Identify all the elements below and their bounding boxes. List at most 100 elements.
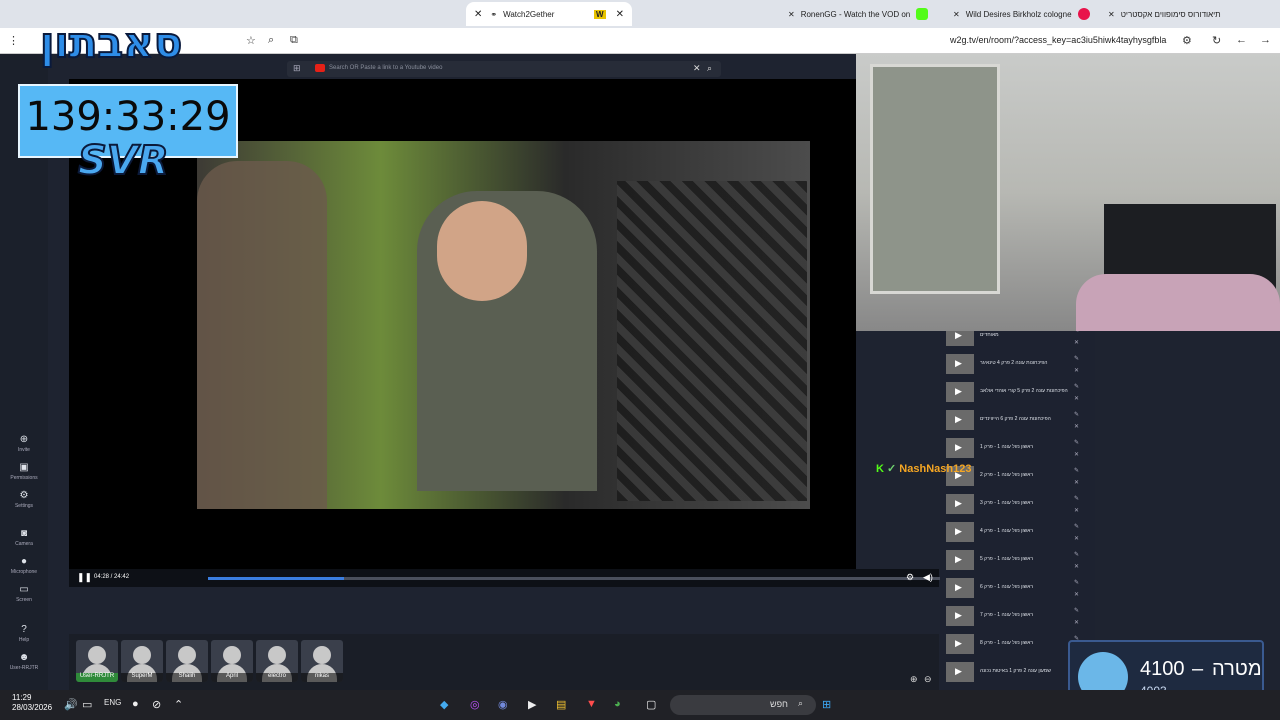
edit-icon[interactable]: ✎ [1074,608,1079,614]
system-clock[interactable]: 11:29 28/03/2026 [12,693,52,713]
language-indicator[interactable]: ENG [104,698,121,707]
media-player-icon[interactable]: ▶ [528,698,536,711]
rail-settings[interactable]: ⚙ Settings [0,490,48,509]
remove-icon[interactable]: ✕ [1074,592,1079,598]
pause-icon[interactable]: ❚❚ [77,572,92,583]
zoom-icon[interactable]: ⌕ [268,34,274,47]
tab-close-icon[interactable]: ✕ [616,9,624,20]
chevron-up-icon[interactable]: ⌃ [174,698,183,711]
playlist-item[interactable]: ▶ ראשון נזול עונה 1 - פרק 7 ✎ ✕ [940,603,1090,629]
tab-close-icon[interactable]: ✕ [788,10,795,19]
user-avatar[interactable]: User-RRJTR [76,640,118,682]
instagram-icon[interactable]: ◎ [470,698,480,711]
playlist-title: שמעון עונה 2 פרק 1 באיטות נכונה [980,668,1051,674]
clear-icon[interactable]: ✕ [693,63,701,74]
grid-icon[interactable]: ⊞ [293,63,301,74]
settings-icon[interactable]: ⚙ [906,572,914,583]
back-icon[interactable]: ← [1236,34,1247,46]
search-icon[interactable]: ⌕ [707,63,712,74]
user-avatar[interactable]: April [211,640,253,682]
windows-start-icon[interactable]: ⊞ [822,698,831,711]
svr-label: SVR [77,137,170,185]
mute-icon[interactable]: ⊘ [152,698,161,711]
playlist-item[interactable]: ▶ ראשון נזול עונה 1 - פרק 1 ✎ ✕ [940,435,1090,461]
share-icon[interactable]: ⧉ [290,34,298,47]
edit-icon[interactable]: ✎ [1074,468,1079,474]
discord-icon[interactable]: ◉ [498,698,508,711]
remove-icon[interactable]: ✕ [1074,508,1079,514]
user-avatar[interactable]: electro [256,640,298,682]
tab-close-icon[interactable]: ✕ [1108,10,1115,19]
user-icon: ☻ [18,652,30,663]
chrome-icon[interactable]: ◕ [614,698,621,710]
remove-icon[interactable]: ✕ [1074,536,1079,542]
playlist-item[interactable]: ▶ ראשון נזול עונה 1 - פרק 5 ✎ ✕ [940,547,1090,573]
playlist-item[interactable]: ▶ ראשון נזול עונה 1 - פרק 3 ✎ ✕ [940,491,1090,517]
edit-icon[interactable]: ✎ [1074,412,1079,418]
tab-wild-desires[interactable]: ✕ Wild Desires Birkholz cologne [945,2,1095,26]
tab-theodoros[interactable]: ✕ תיאודורוס סימופווים אקסטריט [1100,2,1250,26]
edit-icon[interactable]: ✎ [1074,580,1079,586]
rail-invite[interactable]: ⊕ Invite [0,434,48,453]
rail-user[interactable]: ☻ User-RRJTR [0,652,48,671]
playlist-item[interactable]: ▶ הפיכחונות עונה 2 פרק 5 קורי אוהדי אולאב… [940,379,1090,405]
remove-icon[interactable]: ✕ [1074,368,1079,374]
reload-icon[interactable]: ↻ [1212,34,1221,47]
remove-icon[interactable]: ✕ [1074,452,1079,458]
tab-close-icon[interactable]: ✕ [474,9,482,20]
goal-dash: – [1192,658,1204,680]
playlist-item[interactable]: ▶ ראשון נזול עונה 1 - פרק 4 ✎ ✕ [940,519,1090,545]
site-settings-icon[interactable]: ⚙ [1182,34,1192,47]
taskbar-search[interactable]: חפש ⌕ [670,695,816,715]
forward-icon[interactable]: → [1260,34,1271,46]
edit-icon[interactable]: ✎ [1074,524,1079,530]
edit-icon[interactable]: ✎ [1074,331,1079,334]
volume-icon[interactable]: ◀) [923,572,933,583]
tab-close-icon[interactable]: ✕ [953,10,960,19]
zoom-out-icon[interactable]: ⊖ [924,674,932,685]
remove-icon[interactable]: ✕ [1074,424,1079,430]
menu-dots-icon[interactable]: ⋮ [8,34,19,47]
rail-microphone[interactable]: ● Microphone [0,556,48,575]
remove-icon[interactable]: ✕ [1074,564,1079,570]
chat-message: K ✓ NashNash123 [876,462,971,475]
seek-bar[interactable] [208,577,964,580]
app-icon[interactable]: ◆ [440,698,448,711]
remove-icon[interactable]: ✕ [1074,620,1079,626]
playlist-item[interactable]: ▶ מאוחדים ✎ ✕ [940,331,1090,349]
remove-icon[interactable]: ✕ [1074,340,1079,346]
bookmark-star-icon[interactable]: ☆ [246,34,256,47]
playlist-item[interactable]: ▶ הפיכחונות עונה 2 פרק 6 הייווינדים ✎ ✕ [940,407,1090,433]
user-avatar[interactable]: Shalih [166,640,208,682]
edit-icon[interactable]: ✎ [1074,496,1079,502]
network-icon[interactable]: ▭ [82,698,92,711]
zoom-in-icon[interactable]: ⊕ [910,674,918,685]
search-input[interactable]: Search OR Paste a link to a Youtube vide… [329,65,442,71]
remove-icon[interactable]: ✕ [1074,396,1079,402]
tab-ronengg[interactable]: ✕ RonenGG - Watch the VOD on [780,2,930,26]
video-frame[interactable] [197,141,810,509]
window-icon[interactable]: ▢ [646,698,656,711]
edit-icon[interactable]: ✎ [1074,356,1079,362]
playlist-item[interactable]: ▶ הפיכחונות עונה 2 פרק 4 טינאיגר ✎ ✕ [940,351,1090,377]
app-icon[interactable]: ▼ [586,698,597,710]
edit-icon[interactable]: ✎ [1074,440,1079,446]
edit-icon[interactable]: ✎ [1074,552,1079,558]
user-avatar[interactable]: nikas [301,640,343,682]
speaker-icon[interactable]: 🔊 [64,698,78,711]
tab-watch2gether[interactable]: ✕ ⚭ Watch2Gether W ✕ [466,2,632,26]
playlist-item[interactable]: ▶ ראשון נזול עונה 1 - פרק 6 ✎ ✕ [940,575,1090,601]
mic-icon[interactable]: ● [132,698,139,710]
rail-camera[interactable]: ◙ Camera [0,528,48,547]
edit-icon[interactable]: ✎ [1074,384,1079,390]
rail-permissions[interactable]: ▣ Permissions [0,462,48,481]
remove-icon[interactable]: ✕ [1074,480,1079,486]
file-explorer-icon[interactable]: ▤ [556,698,566,711]
rail-screen[interactable]: ▭ Screen [0,584,48,603]
help-icon: ? [21,624,27,635]
check-icon: ✓ [887,463,897,475]
video-search[interactable]: ⊞ Search OR Paste a link to a Youtube vi… [287,61,721,77]
rail-help[interactable]: ? Help [0,624,48,643]
address-bar[interactable]: w2g.tv/en/room/?access_key=ac3iu5hiwk4ta… [950,35,1166,45]
user-avatar[interactable]: SuperM [121,640,163,682]
